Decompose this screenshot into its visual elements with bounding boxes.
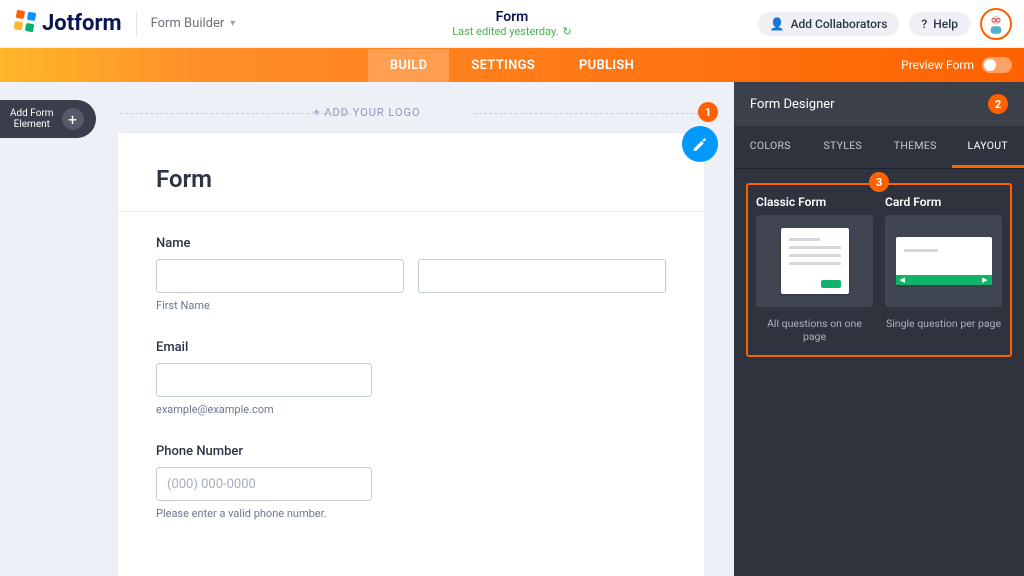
- brand-text: Jotform: [42, 11, 122, 36]
- divider: [136, 12, 137, 36]
- phone-label: Phone Number: [156, 444, 666, 459]
- help-button[interactable]: ?︎ Help: [909, 12, 970, 36]
- designer-panel: Form Designer 2 COLORS STYLES THEMES LAY…: [734, 82, 1024, 576]
- divider: [118, 211, 704, 212]
- phone-hint: Please enter a valid phone number.: [156, 507, 666, 520]
- field-email[interactable]: Email example@example.com: [118, 340, 704, 444]
- annotation-1: 1: [698, 102, 718, 122]
- designer-tab-layout[interactable]: LAYOUT: [952, 126, 1024, 168]
- logo-icon: [12, 8, 38, 40]
- page-title-group: Form Last edited yesterday. ↻: [452, 9, 572, 38]
- last-name-input[interactable]: [418, 259, 666, 293]
- card-title: Card Form: [885, 195, 1002, 209]
- tab-build[interactable]: BUILD: [368, 49, 450, 82]
- user-icon: 👤: [770, 17, 785, 31]
- first-name-sublabel: First Name: [156, 299, 666, 312]
- layout-option-card[interactable]: Card Form ◀▶ Single question per page: [885, 195, 1002, 343]
- email-label: Email: [156, 340, 666, 355]
- form-designer-button[interactable]: [682, 126, 718, 162]
- first-name-input[interactable]: [156, 259, 404, 293]
- last-edited-label: Last edited yesterday.: [452, 25, 558, 38]
- form-card: Form Name First Name Email example@examp…: [118, 133, 704, 576]
- field-phone[interactable]: Phone Number Please enter a valid phone …: [118, 444, 704, 548]
- layout-option-classic[interactable]: Classic Form All questions on one page: [756, 195, 873, 343]
- card-sub: Single question per page: [885, 317, 1002, 330]
- preview-toggle[interactable]: [982, 57, 1012, 73]
- add-logo-slot[interactable]: + ADD YOUR LOGO: [0, 82, 734, 125]
- add-logo-label: + ADD YOUR LOGO: [313, 106, 420, 119]
- field-name[interactable]: Name First Name: [118, 236, 704, 340]
- form-title[interactable]: Form: [118, 133, 704, 211]
- designer-tab-colors[interactable]: COLORS: [734, 126, 807, 168]
- annotation-3: 3: [869, 172, 889, 192]
- email-input[interactable]: [156, 363, 372, 397]
- classic-thumb: [781, 228, 849, 294]
- stage: Add Form Element + + ADD YOUR LOGO Form …: [0, 82, 734, 576]
- avatar[interactable]: [980, 8, 1012, 40]
- phone-input[interactable]: [156, 467, 372, 501]
- main-nav: BUILD SETTINGS PUBLISH Preview Form: [0, 48, 1024, 82]
- classic-title: Classic Form: [756, 195, 873, 209]
- help-label: Help: [933, 17, 958, 31]
- preview-label: Preview Form: [901, 58, 974, 72]
- tab-publish[interactable]: PUBLISH: [557, 49, 656, 82]
- help-icon: ?︎: [921, 17, 927, 31]
- logo[interactable]: Jotform: [12, 8, 122, 40]
- card-thumb: ◀▶: [896, 237, 992, 285]
- page-title: Form: [452, 9, 572, 25]
- designer-tab-styles[interactable]: STYLES: [807, 126, 880, 168]
- add-collaborators-label: Add Collaborators: [791, 17, 888, 31]
- annotation-2: 2: [988, 94, 1008, 114]
- breadcrumb-label: Form Builder: [151, 16, 225, 31]
- reload-icon[interactable]: ↻: [563, 25, 572, 38]
- layout-options: Classic Form All questions on one page C…: [746, 183, 1012, 357]
- chevron-down-icon: ▾: [230, 18, 235, 29]
- tab-settings[interactable]: SETTINGS: [449, 49, 557, 82]
- name-label: Name: [156, 236, 666, 251]
- classic-sub: All questions on one page: [756, 317, 873, 343]
- designer-tab-themes[interactable]: THEMES: [879, 126, 952, 168]
- email-hint: example@example.com: [156, 403, 666, 416]
- designer-title: Form Designer: [750, 97, 835, 112]
- breadcrumb[interactable]: Form Builder ▾: [151, 16, 236, 31]
- add-collaborators-button[interactable]: 👤 Add Collaborators: [758, 12, 900, 36]
